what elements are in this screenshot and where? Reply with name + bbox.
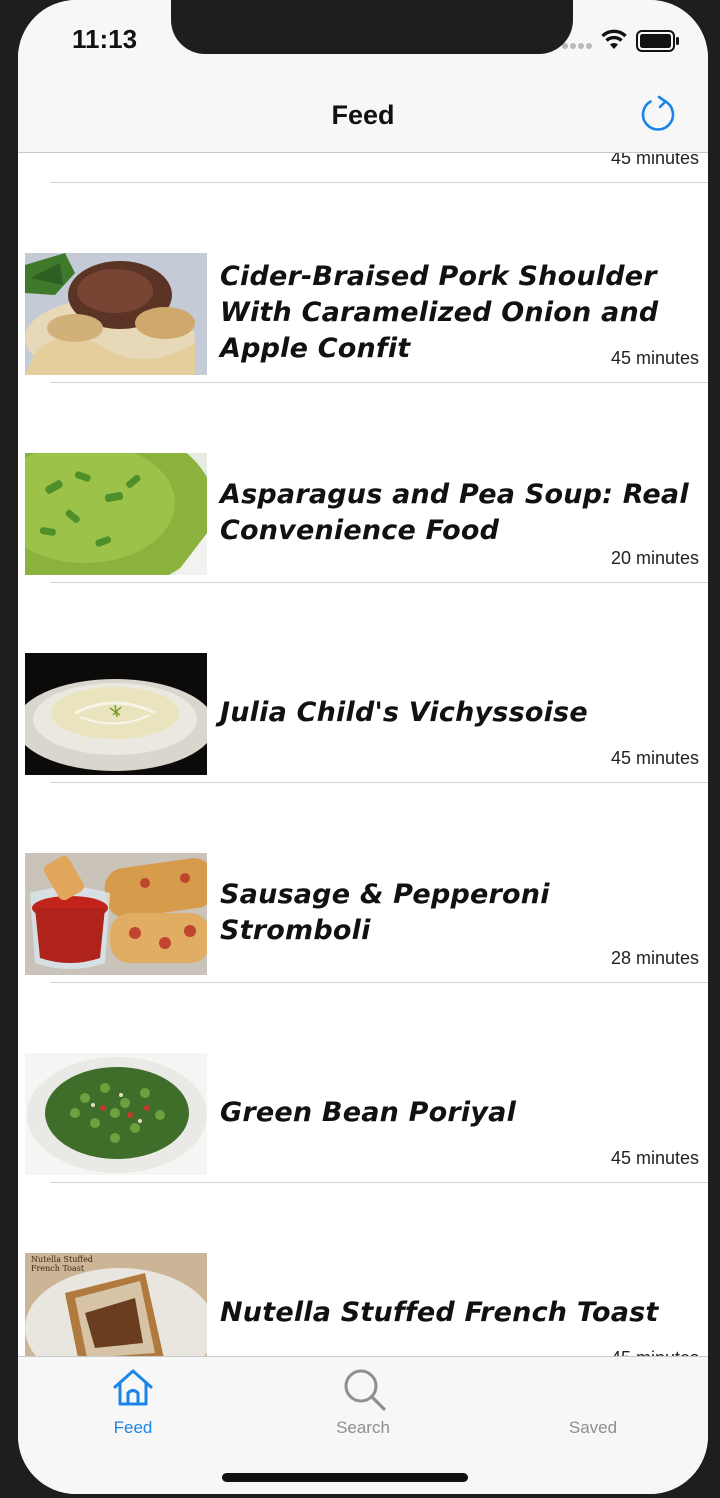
recipe-time: 45 minutes [610,1148,699,1168]
recipe-time: 20 minutes [610,548,699,568]
recipe-row[interactable]: Nutella Stuffed French Toast Nutella Stu… [18,1183,708,1356]
navigation-bar: Feed [18,80,708,153]
recipe-feed[interactable]: 45 minutes Cider-Braised Pork Shoulder W… [18,153,708,1356]
recipe-row[interactable]: Green Bean Poriyal 45 minutes [18,983,708,1183]
home-icon [113,1369,153,1406]
recipe-row[interactable]: Julia Child's Vichyssoise 45 minutes [18,583,708,783]
recipe-time: 45 minutes [610,153,699,168]
home-indicator [222,1473,468,1482]
recipe-image [25,653,207,775]
recipe-image [25,453,207,575]
refresh-button[interactable] [638,94,678,134]
recipe-time: 28 minutes [610,948,699,968]
status-time: 11:13 [72,24,138,54]
recipe-image [25,253,207,375]
search-icon [344,1369,386,1411]
recipe-title: Nutella Stuffed French Toast [220,1297,659,1328]
recipe-image [25,853,207,975]
recipe-row[interactable]: Asparagus and Pea Soup: Real Convenience… [18,383,708,583]
tab-label: Search [336,1418,390,1437]
recipe-image: Nutella Stuffed French Toast [25,1253,207,1356]
signal-icon [562,43,592,49]
tab-label: Feed [113,1418,153,1437]
recipe-image [25,1053,207,1175]
battery-icon [636,30,679,52]
device-notch [171,0,573,54]
page-title: Feed [331,100,395,130]
wifi-icon [601,29,627,49]
device-frame: 11:13 Feed 45 minutes Cider-Braised Pork… [18,0,708,1494]
recipe-row[interactable]: Sausage & Pepperoni Stromboli 28 minutes [18,783,708,983]
recipe-time: 45 minutes [611,1348,699,1356]
recipe-time: 45 minutes [610,748,699,768]
refresh-icon [641,95,675,131]
thumb-caption: Nutella Stuffed French Toast [31,1255,93,1273]
tab-search[interactable]: Search [248,1357,478,1453]
recipe-row[interactable]: 45 minutes [18,153,708,183]
tab-saved[interactable]: Saved [478,1357,708,1453]
tab-feed[interactable]: Feed [18,1357,248,1453]
recipe-row[interactable]: Cider-Braised Pork Shoulder With Caramel… [18,183,708,383]
recipe-time: 45 minutes [610,348,699,368]
tab-label: Saved [568,1418,618,1437]
